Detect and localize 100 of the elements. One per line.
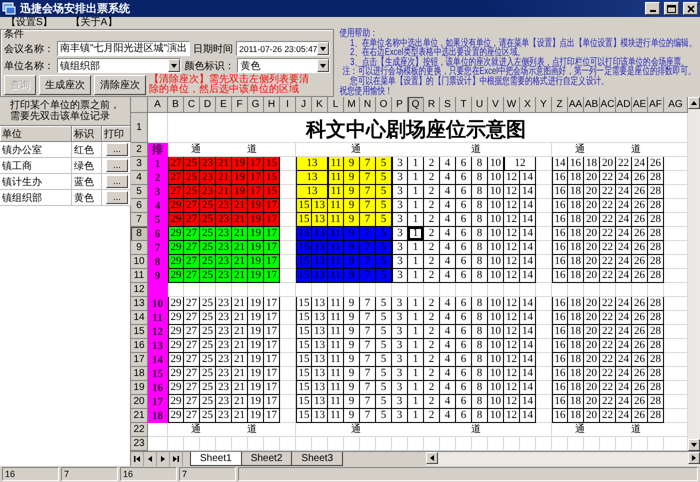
column-header[interactable]: V bbox=[488, 97, 504, 113]
seat-cell[interactable]: 8 bbox=[472, 297, 488, 311]
seat-cell[interactable]: 5 bbox=[376, 339, 392, 353]
seat-cell[interactable]: 7 bbox=[360, 213, 376, 227]
sheet-tab[interactable]: Sheet1 bbox=[190, 452, 242, 466]
seat-cell[interactable]: 4 bbox=[440, 339, 456, 353]
seat-cell[interactable]: 6 bbox=[456, 311, 472, 325]
seat-cell[interactable]: 18 bbox=[568, 255, 584, 269]
print-button[interactable]: ... bbox=[106, 143, 128, 156]
seat-cell[interactable]: 22 bbox=[600, 199, 616, 213]
seat-cell[interactable]: 17 bbox=[264, 339, 280, 353]
seat-cell[interactable]: 5 bbox=[376, 157, 392, 171]
seat-cell[interactable]: 19 bbox=[248, 269, 264, 283]
row-header[interactable]: 14 bbox=[131, 311, 148, 325]
seat-cell[interactable]: 6 bbox=[456, 269, 472, 283]
seat-cell[interactable]: 8 bbox=[472, 227, 488, 241]
empty-cell[interactable] bbox=[648, 437, 664, 451]
seat-cell[interactable]: 27 bbox=[184, 269, 200, 283]
seat-cell[interactable]: 22 bbox=[600, 367, 616, 381]
seat-cell[interactable]: 4 bbox=[440, 227, 456, 241]
seat-cell[interactable]: 9 bbox=[344, 157, 360, 171]
seat-cell[interactable]: 23 bbox=[216, 227, 232, 241]
empty-cell[interactable] bbox=[392, 437, 408, 451]
column-header[interactable]: G bbox=[248, 97, 264, 113]
seat-cell[interactable]: 18 bbox=[568, 171, 584, 185]
seat-cell[interactable]: 21 bbox=[232, 255, 248, 269]
seat-cell[interactable]: 27 bbox=[184, 409, 200, 423]
seat-cell[interactable]: 18 bbox=[568, 395, 584, 409]
seat-cell[interactable]: 28 bbox=[648, 227, 664, 241]
seat-cell[interactable]: 26 bbox=[632, 297, 648, 311]
seat-cell[interactable]: 17 bbox=[264, 409, 280, 423]
seat-cell[interactable]: 2 bbox=[424, 171, 440, 185]
seat-cell[interactable]: 6 bbox=[456, 157, 472, 171]
seat-cell[interactable]: 22 bbox=[600, 213, 616, 227]
empty-cell[interactable] bbox=[264, 437, 280, 451]
seat-cell[interactable]: 3 bbox=[392, 367, 408, 381]
column-header[interactable]: S bbox=[440, 97, 456, 113]
empty-cell[interactable] bbox=[344, 437, 360, 451]
seat-cell[interactable]: 28 bbox=[648, 325, 664, 339]
column-header[interactable]: AF bbox=[648, 97, 664, 113]
unit-tag[interactable]: 红色 bbox=[72, 142, 102, 158]
empty-cell[interactable] bbox=[520, 437, 536, 451]
row-header[interactable]: 23 bbox=[131, 437, 148, 451]
unit-name[interactable]: 镇计生办 bbox=[0, 174, 72, 190]
seat-cell[interactable]: 28 bbox=[648, 353, 664, 367]
seat-cell[interactable]: 6 bbox=[456, 171, 472, 185]
seat-cell[interactable]: 22 bbox=[600, 339, 616, 353]
seat-cell[interactable]: 13 bbox=[296, 157, 328, 171]
seat-cell[interactable]: 7 bbox=[360, 297, 376, 311]
seat-cell[interactable]: 26 bbox=[632, 381, 648, 395]
seat-cell[interactable]: 11 bbox=[328, 381, 344, 395]
seat-cell[interactable]: 12 bbox=[504, 409, 520, 423]
seat-cell[interactable]: 14 bbox=[520, 227, 536, 241]
column-header[interactable]: O bbox=[376, 97, 392, 113]
seat-cell[interactable]: 23 bbox=[200, 171, 216, 185]
column-header[interactable]: AG bbox=[664, 97, 688, 113]
seat-cell[interactable]: 5 bbox=[376, 353, 392, 367]
seat-cell[interactable]: 8 bbox=[472, 185, 488, 199]
empty-cell[interactable] bbox=[536, 437, 552, 451]
seat-cell[interactable]: 29 bbox=[168, 381, 184, 395]
seat-cell[interactable]: 1 bbox=[408, 269, 424, 283]
seat-cell[interactable]: 22 bbox=[600, 409, 616, 423]
seat-cell[interactable]: 18 bbox=[568, 339, 584, 353]
seat-cell[interactable]: 29 bbox=[168, 395, 184, 409]
seat-cell[interactable]: 16 bbox=[552, 227, 568, 241]
seat-cell[interactable]: 3 bbox=[392, 213, 408, 227]
seat-cell[interactable]: 3 bbox=[392, 311, 408, 325]
seat-cell[interactable]: 14 bbox=[520, 297, 536, 311]
seat-cell[interactable]: 2 bbox=[424, 213, 440, 227]
seat-cell[interactable]: 24 bbox=[616, 227, 632, 241]
seat-cell[interactable]: 11 bbox=[328, 395, 344, 409]
empty-cell[interactable] bbox=[200, 437, 216, 451]
seat-cell[interactable]: 26 bbox=[632, 199, 648, 213]
column-header[interactable]: U bbox=[472, 97, 488, 113]
column-header[interactable]: 打印 bbox=[102, 126, 131, 142]
seat-cell[interactable]: 16 bbox=[552, 367, 568, 381]
seat-cell[interactable]: 27 bbox=[184, 311, 200, 325]
seat-cell[interactable]: 7 bbox=[360, 353, 376, 367]
column-header[interactable]: W bbox=[504, 97, 520, 113]
seat-cell[interactable]: 15 bbox=[296, 409, 312, 423]
seat-cell[interactable]: 14 bbox=[520, 339, 536, 353]
seat-cell[interactable]: 21 bbox=[232, 241, 248, 255]
seat-cell[interactable]: 25 bbox=[200, 353, 216, 367]
seat-cell[interactable]: 21 bbox=[232, 395, 248, 409]
seat-cell[interactable]: 9 bbox=[344, 311, 360, 325]
row-header[interactable]: 20 bbox=[131, 395, 148, 409]
column-header[interactable]: T bbox=[456, 97, 472, 113]
seat-cell[interactable]: 10 bbox=[488, 409, 504, 423]
seat-cell[interactable]: 7 bbox=[360, 381, 376, 395]
seat-cell[interactable]: 17 bbox=[264, 269, 280, 283]
seat-cell[interactable]: 12 bbox=[504, 255, 520, 269]
empty-cell[interactable] bbox=[600, 437, 616, 451]
seat-cell[interactable]: 4 bbox=[440, 185, 456, 199]
seat-cell[interactable]: 10 bbox=[488, 339, 504, 353]
seat-cell[interactable]: 5 bbox=[376, 381, 392, 395]
seat-cell[interactable]: 19 bbox=[248, 367, 264, 381]
seat-cell[interactable]: 1 bbox=[408, 241, 424, 255]
seat-cell[interactable]: 27 bbox=[184, 227, 200, 241]
empty-cell[interactable] bbox=[616, 437, 632, 451]
seat-cell[interactable]: 11 bbox=[328, 353, 344, 367]
